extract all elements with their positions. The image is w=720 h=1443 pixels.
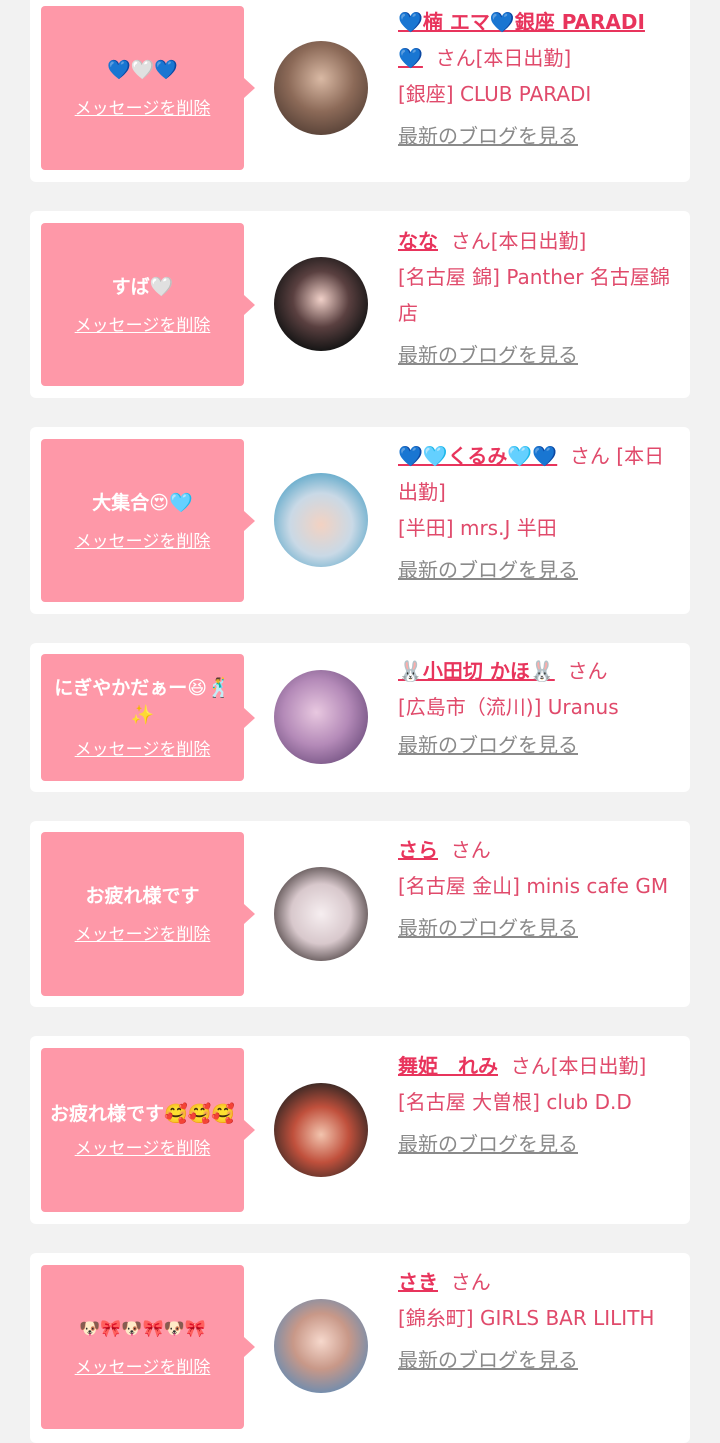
message-text: すば🤍 <box>111 275 174 298</box>
latest-blog-link[interactable]: 最新のブログを見る <box>398 729 680 761</box>
latest-blog-link[interactable]: 最新のブログを見る <box>398 912 680 944</box>
message-text: 🐶🎀🐶🎀🐶🎀 <box>78 1319 206 1339</box>
latest-blog-link[interactable]: 最新のブログを見る <box>398 1128 680 1160</box>
avatar[interactable] <box>274 670 368 764</box>
message-bubble: 大集合😍🩵 メッセージを削除 <box>41 439 255 602</box>
status-text: [本日出勤] <box>490 229 587 253</box>
card-info: 舞姫 れみ さん[本日出勤] [名古屋 大曽根] club D.D 最新のブログ… <box>398 1048 680 1160</box>
message-bubble: 🐶🎀🐶🎀🐶🎀 メッセージを削除 <box>41 1265 255 1429</box>
message-list: 💙🤍💙 メッセージを削除 💙楠 エマ💙銀座 PARADI💙 さん[本日出勤] [… <box>0 0 720 1443</box>
name-line: 🐰小田切 かほ🐰 さん <box>398 653 680 689</box>
avatar[interactable] <box>274 41 368 135</box>
cast-name-link[interactable]: さき <box>398 1270 438 1294</box>
name-line: なな さん[本日出勤] <box>398 223 680 259</box>
delete-message-link[interactable]: メッセージを削除 <box>75 1353 211 1378</box>
shop-text: [名古屋 錦] Panther 名古屋錦店 <box>398 265 670 325</box>
message-bubble: お疲れ様です🥰🥰🥰 メッセージを削除 <box>41 1048 255 1212</box>
avatar[interactable] <box>274 1299 368 1393</box>
cast-name-link[interactable]: 舞姫 れみ <box>398 1054 498 1078</box>
honorific: さん <box>510 1054 551 1078</box>
shop-text: [錦糸町] GIRLS BAR LILITH <box>398 1306 655 1330</box>
shop-text: [広島市（流川)] Uranus <box>398 695 619 719</box>
card-info: 🐰小田切 かほ🐰 さん [広島市（流川)] Uranus 最新のブログを見る <box>398 653 680 761</box>
card-info: なな さん[本日出勤] [名古屋 錦] Panther 名古屋錦店 最新のブログ… <box>398 223 680 371</box>
cast-name-link[interactable]: 💙🩵くるみ🩵💙 <box>398 444 557 468</box>
message-card: 大集合😍🩵 メッセージを削除 💙🩵くるみ🩵💙 さん [本日出勤] [半田] mr… <box>30 427 690 614</box>
card-info: 💙🩵くるみ🩵💙 さん [本日出勤] [半田] mrs.J 半田 最新のブログを見… <box>398 438 680 586</box>
delete-message-link[interactable]: メッセージを削除 <box>75 94 211 119</box>
shop-text: [名古屋 大曽根] club D.D <box>398 1090 632 1114</box>
name-line: 💙楠 エマ💙銀座 PARADI💙 さん[本日出勤] <box>398 4 680 76</box>
message-card: お疲れ様です メッセージを削除 さら さん [名古屋 金山] minis caf… <box>30 821 690 1007</box>
delete-message-link[interactable]: メッセージを削除 <box>75 735 211 760</box>
honorific: さん <box>569 444 610 468</box>
status-text: [本日出勤] <box>475 46 572 70</box>
cast-name-link[interactable]: 🐰小田切 かほ🐰 <box>398 659 555 683</box>
message-bubble: にぎやかだぁー😆🕺✨ メッセージを削除 <box>41 654 255 781</box>
latest-blog-link[interactable]: 最新のブログを見る <box>398 554 680 586</box>
message-card: にぎやかだぁー😆🕺✨ メッセージを削除 🐰小田切 かほ🐰 さん [広島市（流川)… <box>30 643 690 792</box>
shop-text: [銀座] CLUB PARADI <box>398 82 592 106</box>
delete-message-link[interactable]: メッセージを削除 <box>75 920 211 945</box>
shop-text: [半田] mrs.J 半田 <box>398 516 557 540</box>
name-line: 舞姫 れみ さん[本日出勤] <box>398 1048 680 1084</box>
avatar[interactable] <box>274 867 368 961</box>
message-card: すば🤍 メッセージを削除 なな さん[本日出勤] [名古屋 錦] Panther… <box>30 211 690 398</box>
shop-text: [名古屋 金山] minis cafe GM <box>398 874 669 898</box>
name-line: さら さん <box>398 832 680 868</box>
message-bubble: 💙🤍💙 メッセージを削除 <box>41 6 255 170</box>
card-info: さき さん [錦糸町] GIRLS BAR LILITH 最新のブログを見る <box>398 1264 680 1376</box>
message-bubble: すば🤍 メッセージを削除 <box>41 223 255 386</box>
message-text: 💙🤍💙 <box>107 59 178 81</box>
delete-message-link[interactable]: メッセージを削除 <box>75 1134 211 1159</box>
message-text: 大集合😍🩵 <box>92 491 193 514</box>
cast-name-link[interactable]: さら <box>398 838 438 862</box>
avatar[interactable] <box>274 1083 368 1177</box>
message-card: 🐶🎀🐶🎀🐶🎀 メッセージを削除 さき さん [錦糸町] GIRLS BAR LI… <box>30 1253 690 1443</box>
latest-blog-link[interactable]: 最新のブログを見る <box>398 1344 680 1376</box>
delete-message-link[interactable]: メッセージを削除 <box>75 311 211 336</box>
honorific: さん <box>450 838 491 862</box>
card-info: 💙楠 エマ💙銀座 PARADI💙 さん[本日出勤] [銀座] CLUB PARA… <box>398 4 680 152</box>
card-info: さら さん [名古屋 金山] minis cafe GM 最新のブログを見る <box>398 832 680 944</box>
status-text: [本日出勤] <box>550 1054 647 1078</box>
name-line: さき さん <box>398 1264 680 1300</box>
message-text: お疲れ様です <box>85 885 200 907</box>
latest-blog-link[interactable]: 最新のブログを見る <box>398 339 680 371</box>
avatar[interactable] <box>274 473 368 567</box>
message-card: お疲れ様です🥰🥰🥰 メッセージを削除 舞姫 れみ さん[本日出勤] [名古屋 大… <box>30 1036 690 1224</box>
message-text: にぎやかだぁー😆🕺✨ <box>54 677 231 726</box>
message-card: 💙🤍💙 メッセージを削除 💙楠 エマ💙銀座 PARADI💙 さん[本日出勤] [… <box>30 0 690 182</box>
cast-name-link[interactable]: なな <box>398 229 438 253</box>
honorific: さん <box>450 1270 491 1294</box>
honorific: さん <box>567 659 608 683</box>
honorific: さん <box>450 229 491 253</box>
avatar[interactable] <box>274 257 368 351</box>
honorific: さん <box>435 46 476 70</box>
message-text: お疲れ様です🥰🥰🥰 <box>50 1103 235 1125</box>
delete-message-link[interactable]: メッセージを削除 <box>75 527 211 552</box>
name-line: 💙🩵くるみ🩵💙 さん [本日出勤] <box>398 438 680 510</box>
latest-blog-link[interactable]: 最新のブログを見る <box>398 120 680 152</box>
message-bubble: お疲れ様です メッセージを削除 <box>41 832 255 996</box>
